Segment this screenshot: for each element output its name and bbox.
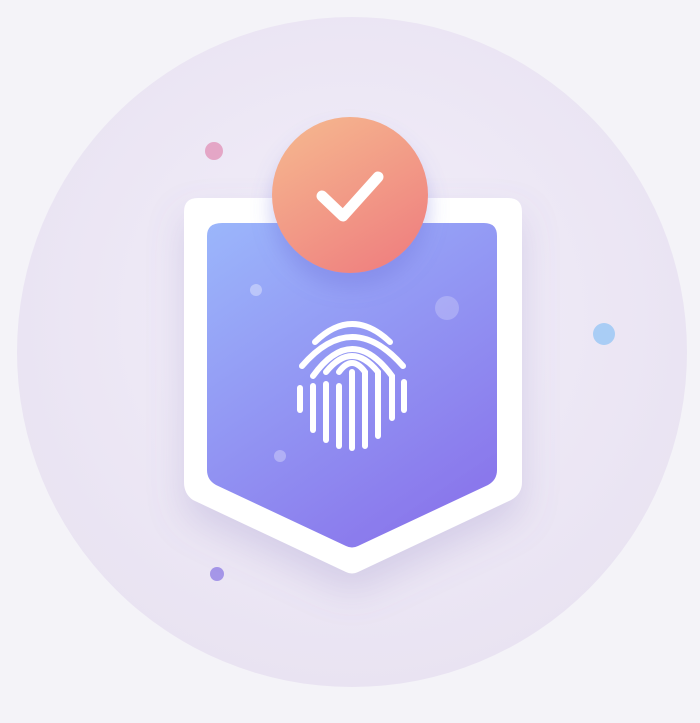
shield-sparkle-dot xyxy=(435,296,459,320)
check-badge xyxy=(272,117,428,273)
shield-sparkle-dot xyxy=(274,450,286,462)
decor-dot-purple xyxy=(210,567,224,581)
verification-illustration xyxy=(17,17,687,687)
decor-dot-pink xyxy=(205,142,223,160)
decor-dot-blue xyxy=(593,323,615,345)
illustration-scene xyxy=(0,0,700,723)
shield-sparkle-dot xyxy=(250,284,262,296)
